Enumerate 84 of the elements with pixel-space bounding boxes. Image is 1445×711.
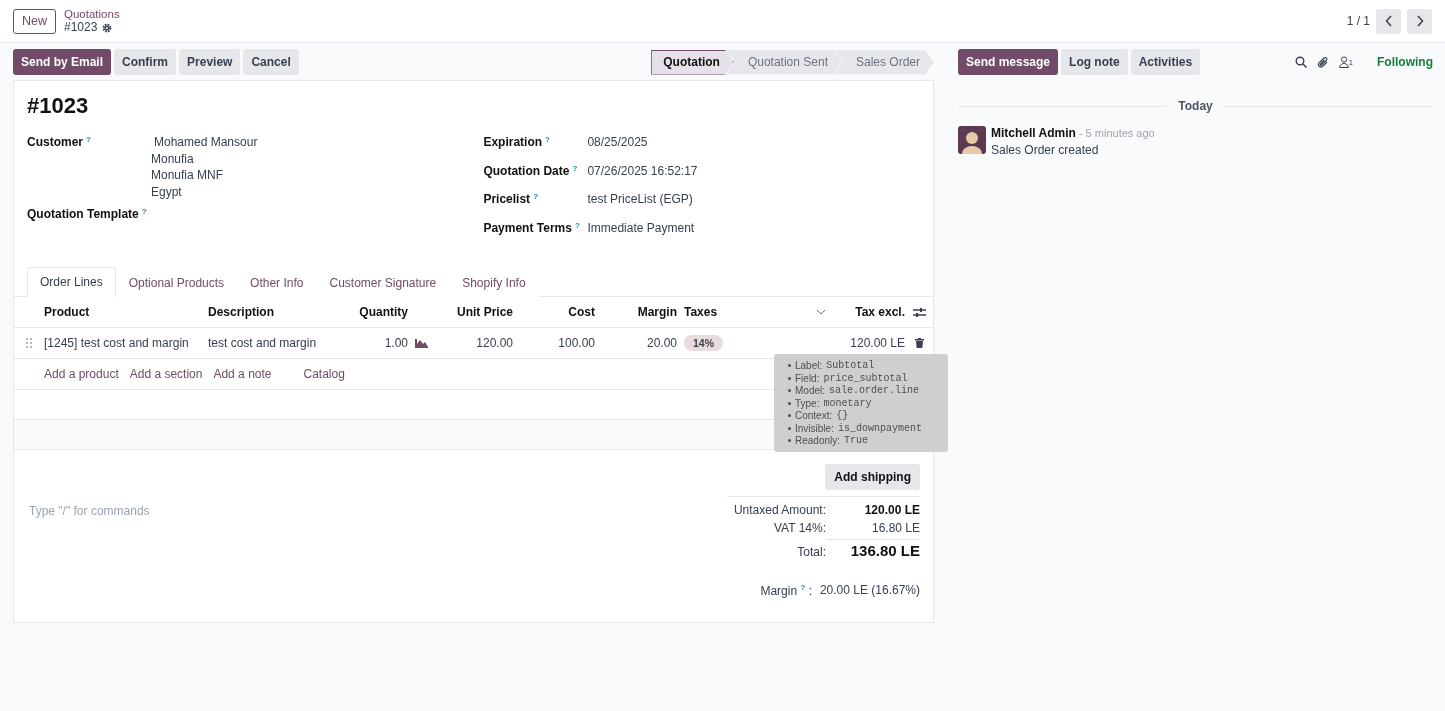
field-label: Customer $^{?}$	[27, 135, 92, 151]
status-step[interactable]: Sales Order	[833, 49, 934, 75]
action-button[interactable]: Cancel	[243, 49, 299, 75]
previous-button[interactable]	[1376, 8, 1401, 34]
search-icon[interactable]	[1294, 56, 1307, 68]
field-value: 07/26/2025 16:52:17	[587, 163, 698, 178]
tooltip-line: Readonly: True	[788, 435, 948, 446]
tooltip-line: Field: price_subtotal	[788, 372, 948, 384]
field-value: test PriceList (EGP)	[587, 192, 693, 207]
record-title: #1023	[27, 93, 90, 120]
record-name: #1023	[64, 21, 98, 34]
field-value: Egypt	[151, 184, 183, 199]
table-cell-text: test cost and margin	[208, 336, 318, 350]
tooltip-line: Label: Subtotal	[788, 360, 948, 371]
field-label: Expiration $^{?}$	[483, 135, 551, 150]
field-value: Immediate Payment	[587, 220, 695, 235]
forecast-chart-icon[interactable]	[414, 338, 428, 348]
tooltip-line: Type: monetary	[788, 397, 948, 409]
avatar-icon	[958, 126, 986, 154]
column-header[interactable]: Taxes	[684, 305, 834, 319]
field-label: Pricelist $^{?}$	[483, 192, 539, 207]
chatter-button[interactable]: Send message	[958, 49, 1059, 75]
add-line-link[interactable]: Add a note	[213, 367, 272, 381]
field-value: Monufia	[151, 151, 195, 166]
caret-icon[interactable]	[816, 309, 826, 315]
total-value: 120.00 LE	[863, 503, 920, 517]
trash-icon[interactable]	[915, 338, 924, 348]
total-value: 16.80 LE	[870, 521, 920, 535]
status-step[interactable]: Quotation Sent	[725, 49, 842, 75]
tooltip-line: Context: {}	[788, 410, 948, 421]
add-line-link[interactable]: Add a product	[44, 367, 119, 381]
column-header[interactable]: Quantity	[354, 305, 408, 319]
total-label: VAT 14%:	[772, 521, 826, 535]
date-separator: Today	[1178, 99, 1213, 113]
field-value: 08/25/2025	[587, 135, 648, 150]
chatter-button[interactable]: Activities	[1130, 49, 1201, 75]
column-header[interactable]: Margin	[595, 305, 677, 319]
field-label: Quotation Date $^{?}$	[483, 163, 579, 178]
tooltip-line: Model: sale.order.line	[788, 385, 948, 396]
action-button[interactable]: Confirm	[114, 49, 177, 75]
total-label: Untaxed Amount:	[732, 503, 826, 517]
pager-counter: 1 / 1	[1346, 14, 1370, 28]
message-time: - 5 minutes ago	[1078, 127, 1155, 139]
add-shipping-button[interactable]: Add shipping	[825, 464, 920, 490]
table-cell-text: 100.00	[557, 336, 595, 350]
add-line-link[interactable]: Catalog	[303, 367, 345, 381]
form-tab[interactable]: Order Lines	[27, 267, 116, 297]
table-cell-text: [1245] test cost and margin	[44, 336, 190, 350]
tooltip-line: Invisible: is_downpayment	[788, 422, 948, 434]
column-settings-icon[interactable]	[913, 306, 926, 318]
drag-handle-icon[interactable]	[25, 338, 33, 348]
column-header[interactable]: Product	[44, 305, 208, 319]
column-header[interactable]: Description	[208, 305, 354, 319]
field-label: Payment Terms $^{?}$	[483, 220, 581, 235]
tax-tag: 14%	[684, 335, 723, 351]
new-button[interactable]: New	[13, 8, 56, 34]
message-body: Sales Order created	[991, 143, 1100, 157]
status-step[interactable]: Quotation	[651, 49, 734, 75]
settings-icon[interactable]	[102, 22, 113, 33]
table-cell-text: 120.00 LE	[849, 336, 905, 350]
column-header[interactable]: Unit Price	[434, 305, 513, 319]
message-author: Mitchell Admin	[991, 126, 1076, 140]
paperclip-icon[interactable]	[1316, 55, 1329, 69]
column-header[interactable]: Cost	[513, 305, 595, 319]
table-cell-text: 120.00	[475, 336, 513, 350]
field-value: Monufia MNF	[151, 168, 225, 183]
chatter-button[interactable]: Log note	[1061, 49, 1128, 75]
table-cell-text: 20.00	[645, 336, 677, 350]
total-label: Total:	[796, 545, 826, 559]
add-line-link[interactable]: Add a section	[129, 367, 203, 381]
next-button[interactable]	[1407, 8, 1432, 34]
total-value: 136.80 LE	[826, 539, 920, 559]
following-status[interactable]: Following	[1377, 55, 1433, 69]
chevron-left-icon[interactable]	[1384, 15, 1393, 27]
chevron-right-icon[interactable]	[1415, 15, 1424, 27]
margin-label: Margin $^{?}$ :	[759, 583, 812, 598]
field-label: Quotation Template $^{?}$	[27, 207, 148, 221]
column-header[interactable]: Tax excl.	[834, 305, 905, 319]
action-button[interactable]: Preview	[179, 49, 241, 75]
action-button[interactable]: Send by Email	[13, 49, 112, 75]
field-value: Mohamed Mansour	[154, 135, 258, 150]
margin-value: 20.00 LE (16.67%)	[818, 583, 920, 598]
table-cell-text: 1.00	[383, 336, 408, 350]
breadcrumb-link[interactable]: Quotations	[64, 8, 120, 21]
